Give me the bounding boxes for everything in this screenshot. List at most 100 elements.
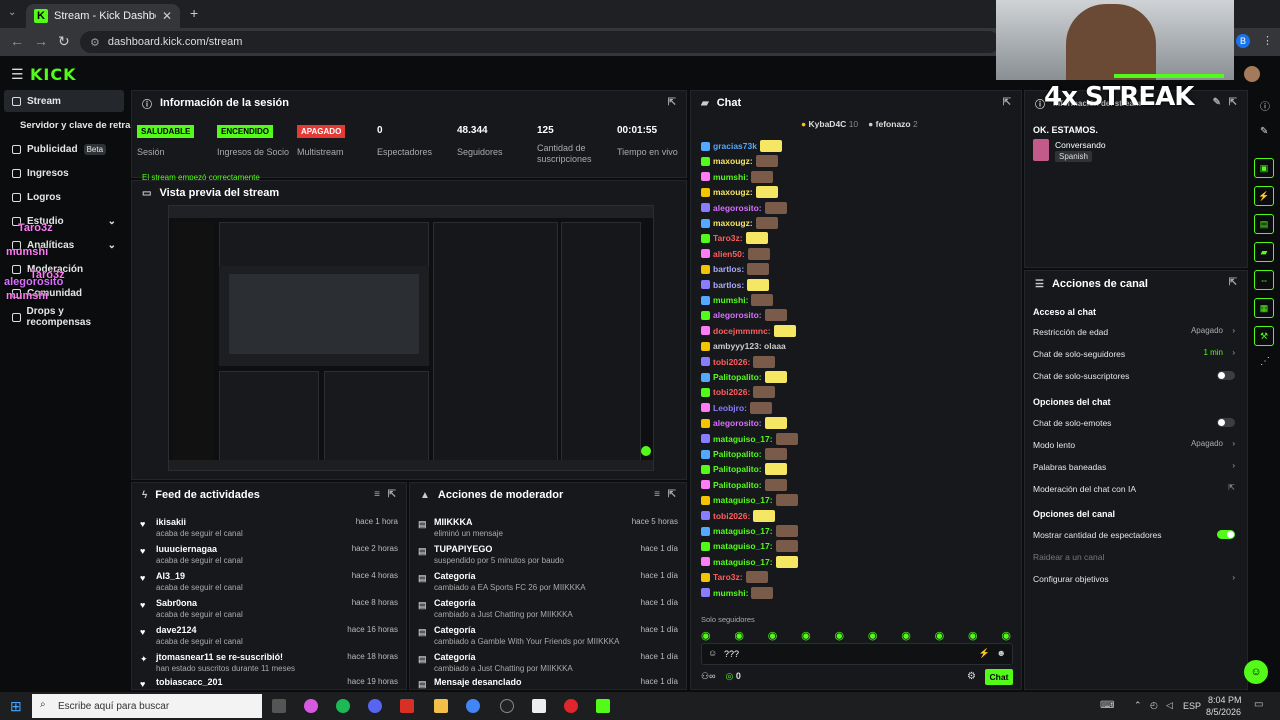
chat-username[interactable]: mataguiso_17: (713, 557, 773, 567)
sidebar-item-revenue[interactable]: Ingresos (4, 162, 124, 184)
chat-username[interactable]: gracias73k (713, 141, 757, 151)
task-view-icon[interactable] (272, 699, 286, 713)
chat-username[interactable]: Leobjro: (713, 403, 747, 413)
address-bar[interactable]: ⚙ dashboard.kick.com/stream (80, 31, 1000, 53)
chat-username[interactable]: docejmmmnc: (713, 326, 771, 336)
emote-icon[interactable]: ◉ (1001, 629, 1011, 643)
age-restriction-row[interactable]: Restricción de edad Apagado › (1033, 324, 1235, 340)
chat-username[interactable]: maxougz: (713, 187, 753, 197)
quick-action-button[interactable]: ▦ (1254, 298, 1274, 318)
chat-username[interactable]: mataguiso_17: (713, 434, 773, 444)
emoji-icon[interactable]: ☺ (708, 648, 717, 658)
taskbar-search[interactable]: ⌕ Escribe aquí para buscar (32, 694, 262, 718)
chat-username[interactable]: mumshi: (713, 172, 748, 182)
browser-menu-icon[interactable]: ⋮ (1262, 34, 1273, 47)
chat-username[interactable]: alegorosito: (713, 310, 762, 320)
chat-username[interactable]: Taro3z: (713, 572, 743, 582)
slow-mode-row[interactable]: Modo lento Apagado › (1033, 437, 1235, 453)
banned-words-row[interactable]: Palabras baneadas › (1033, 459, 1235, 475)
chat-username[interactable]: alegorosito: (713, 203, 762, 213)
language-indicator[interactable]: ESP (1183, 701, 1201, 711)
browser-tab[interactable]: K Stream - Kick Dashboard ✕ (26, 4, 180, 28)
raid-row[interactable]: Raidear a un canal (1033, 549, 1235, 565)
chat-username[interactable]: Palitopalito: (713, 480, 762, 490)
keyboard-icon[interactable]: ⌨ (1100, 700, 1114, 711)
chrome-icon[interactable] (466, 699, 480, 713)
chat-username[interactable]: Palitopalito: (713, 372, 762, 382)
clock-time[interactable]: 8:04 PM (1208, 695, 1242, 705)
share-icon[interactable]: ⋰ (1260, 356, 1270, 367)
emote-icon[interactable]: ◉ (801, 629, 811, 643)
tray-chevron-icon[interactable]: ⌃ (1134, 700, 1142, 711)
kick-app-icon[interactable] (596, 699, 610, 713)
emote-icon[interactable]: ◉ (901, 629, 911, 643)
emote-icon[interactable]: ◉ (768, 629, 778, 643)
expand-icon[interactable]: ⇱ (388, 489, 396, 500)
pinned-user[interactable]: ● KybaD4C 10 (801, 119, 858, 129)
forward-icon[interactable]: → (34, 33, 48, 49)
users-icon[interactable]: ⚇∞ (701, 671, 715, 682)
clock-date[interactable]: 8/5/2026 (1206, 707, 1241, 717)
chat-username[interactable]: alegorosito: (713, 418, 762, 428)
edit-icon[interactable]: ✎ (1260, 126, 1268, 137)
expand-icon[interactable]: ⇱ (1229, 97, 1237, 108)
emote-icon[interactable]: ◉ (935, 629, 945, 643)
sidebar-item-stream[interactable]: Stream (4, 90, 124, 112)
edit-icon[interactable]: ✎ (1213, 97, 1221, 108)
user-avatar[interactable] (1244, 66, 1260, 82)
followers-only-row[interactable]: Chat de solo-seguidores 1 min › (1033, 346, 1235, 362)
new-tab-icon[interactable]: + (190, 5, 198, 21)
chat-username[interactable]: mataguiso_17: (713, 495, 773, 505)
quick-action-button[interactable]: ⇔ (1254, 270, 1274, 290)
quick-action-button[interactable]: ▣ (1254, 158, 1274, 178)
chat-username[interactable]: mumshi: (713, 588, 748, 598)
chat-username[interactable]: Taro3z: (713, 233, 743, 243)
reload-icon[interactable]: ↻ (58, 33, 70, 50)
chat-username[interactable]: ambyyy123: olaaa (713, 341, 786, 351)
back-icon[interactable]: ← (10, 33, 24, 49)
stream-preview-video[interactable] (168, 205, 654, 471)
voicemod-icon[interactable] (400, 699, 414, 713)
copilot-icon[interactable] (304, 699, 318, 713)
expand-icon[interactable]: ⇱ (1003, 97, 1011, 108)
volume-icon[interactable]: ◁ (1166, 700, 1173, 711)
emote-icon[interactable]: ◉ (835, 629, 845, 643)
chat-input[interactable]: ☺ ??? ⚡ ☻ (701, 643, 1013, 665)
sidebar-item-server-key[interactable]: Servidor y clave de retransmisión (4, 114, 132, 136)
filter-icon[interactable]: ≡ (654, 489, 660, 500)
chat-username[interactable]: maxougz: (713, 218, 753, 228)
hamburger-menu-icon[interactable]: ☰ (11, 66, 24, 83)
kick-logo[interactable]: KICK (30, 65, 77, 84)
file-explorer-icon[interactable] (434, 699, 448, 713)
chat-username[interactable]: mumshi: (713, 295, 748, 305)
floating-chat-button[interactable]: ☺ (1244, 660, 1268, 684)
settings-gear-icon[interactable]: ⚙ (967, 671, 976, 682)
network-icon[interactable]: ◴ (1150, 700, 1158, 711)
emote-icon[interactable]: ◉ (734, 629, 744, 643)
windows-start-icon[interactable]: ⊞ (10, 698, 22, 715)
emote-icon[interactable]: ◉ (868, 629, 878, 643)
notifications-icon[interactable]: ▭ (1254, 699, 1263, 710)
pinned-user[interactable]: ● fefonazo 2 (868, 119, 918, 129)
profile-avatar[interactable]: B (1236, 34, 1250, 48)
discord-icon[interactable] (368, 699, 382, 713)
quick-action-button[interactable]: ⚡ (1254, 186, 1274, 206)
expand-icon[interactable]: ⇱ (668, 489, 676, 500)
ai-moderation-row[interactable]: Moderación del chat con IA ⇱ (1033, 481, 1235, 497)
emotes-only-toggle[interactable] (1217, 418, 1235, 427)
site-info-icon[interactable]: ⚙ (90, 36, 100, 49)
emote-icon[interactable]: ◉ (701, 629, 711, 643)
sidebar-item-ads[interactable]: Publicidad Beta (4, 138, 124, 160)
quick-action-button[interactable]: ▰ (1254, 242, 1274, 262)
info-icon[interactable]: ⓘ (1260, 98, 1270, 113)
sidebar-item-drops[interactable]: Drops y recompensas (4, 306, 124, 328)
spotify-icon[interactable] (336, 699, 350, 713)
send-chat-button[interactable]: Chat (985, 669, 1013, 685)
subs-only-toggle[interactable] (1217, 371, 1235, 380)
kick-emote-icon[interactable]: ⚡ (979, 648, 990, 659)
emote-icon[interactable]: ◉ (968, 629, 978, 643)
chat-username[interactable]: bartlos: (713, 280, 744, 290)
smile-icon[interactable]: ☻ (997, 648, 1006, 658)
chat-username[interactable]: mataguiso_17: (713, 541, 773, 551)
quick-action-button[interactable]: ⚒ (1254, 326, 1274, 346)
